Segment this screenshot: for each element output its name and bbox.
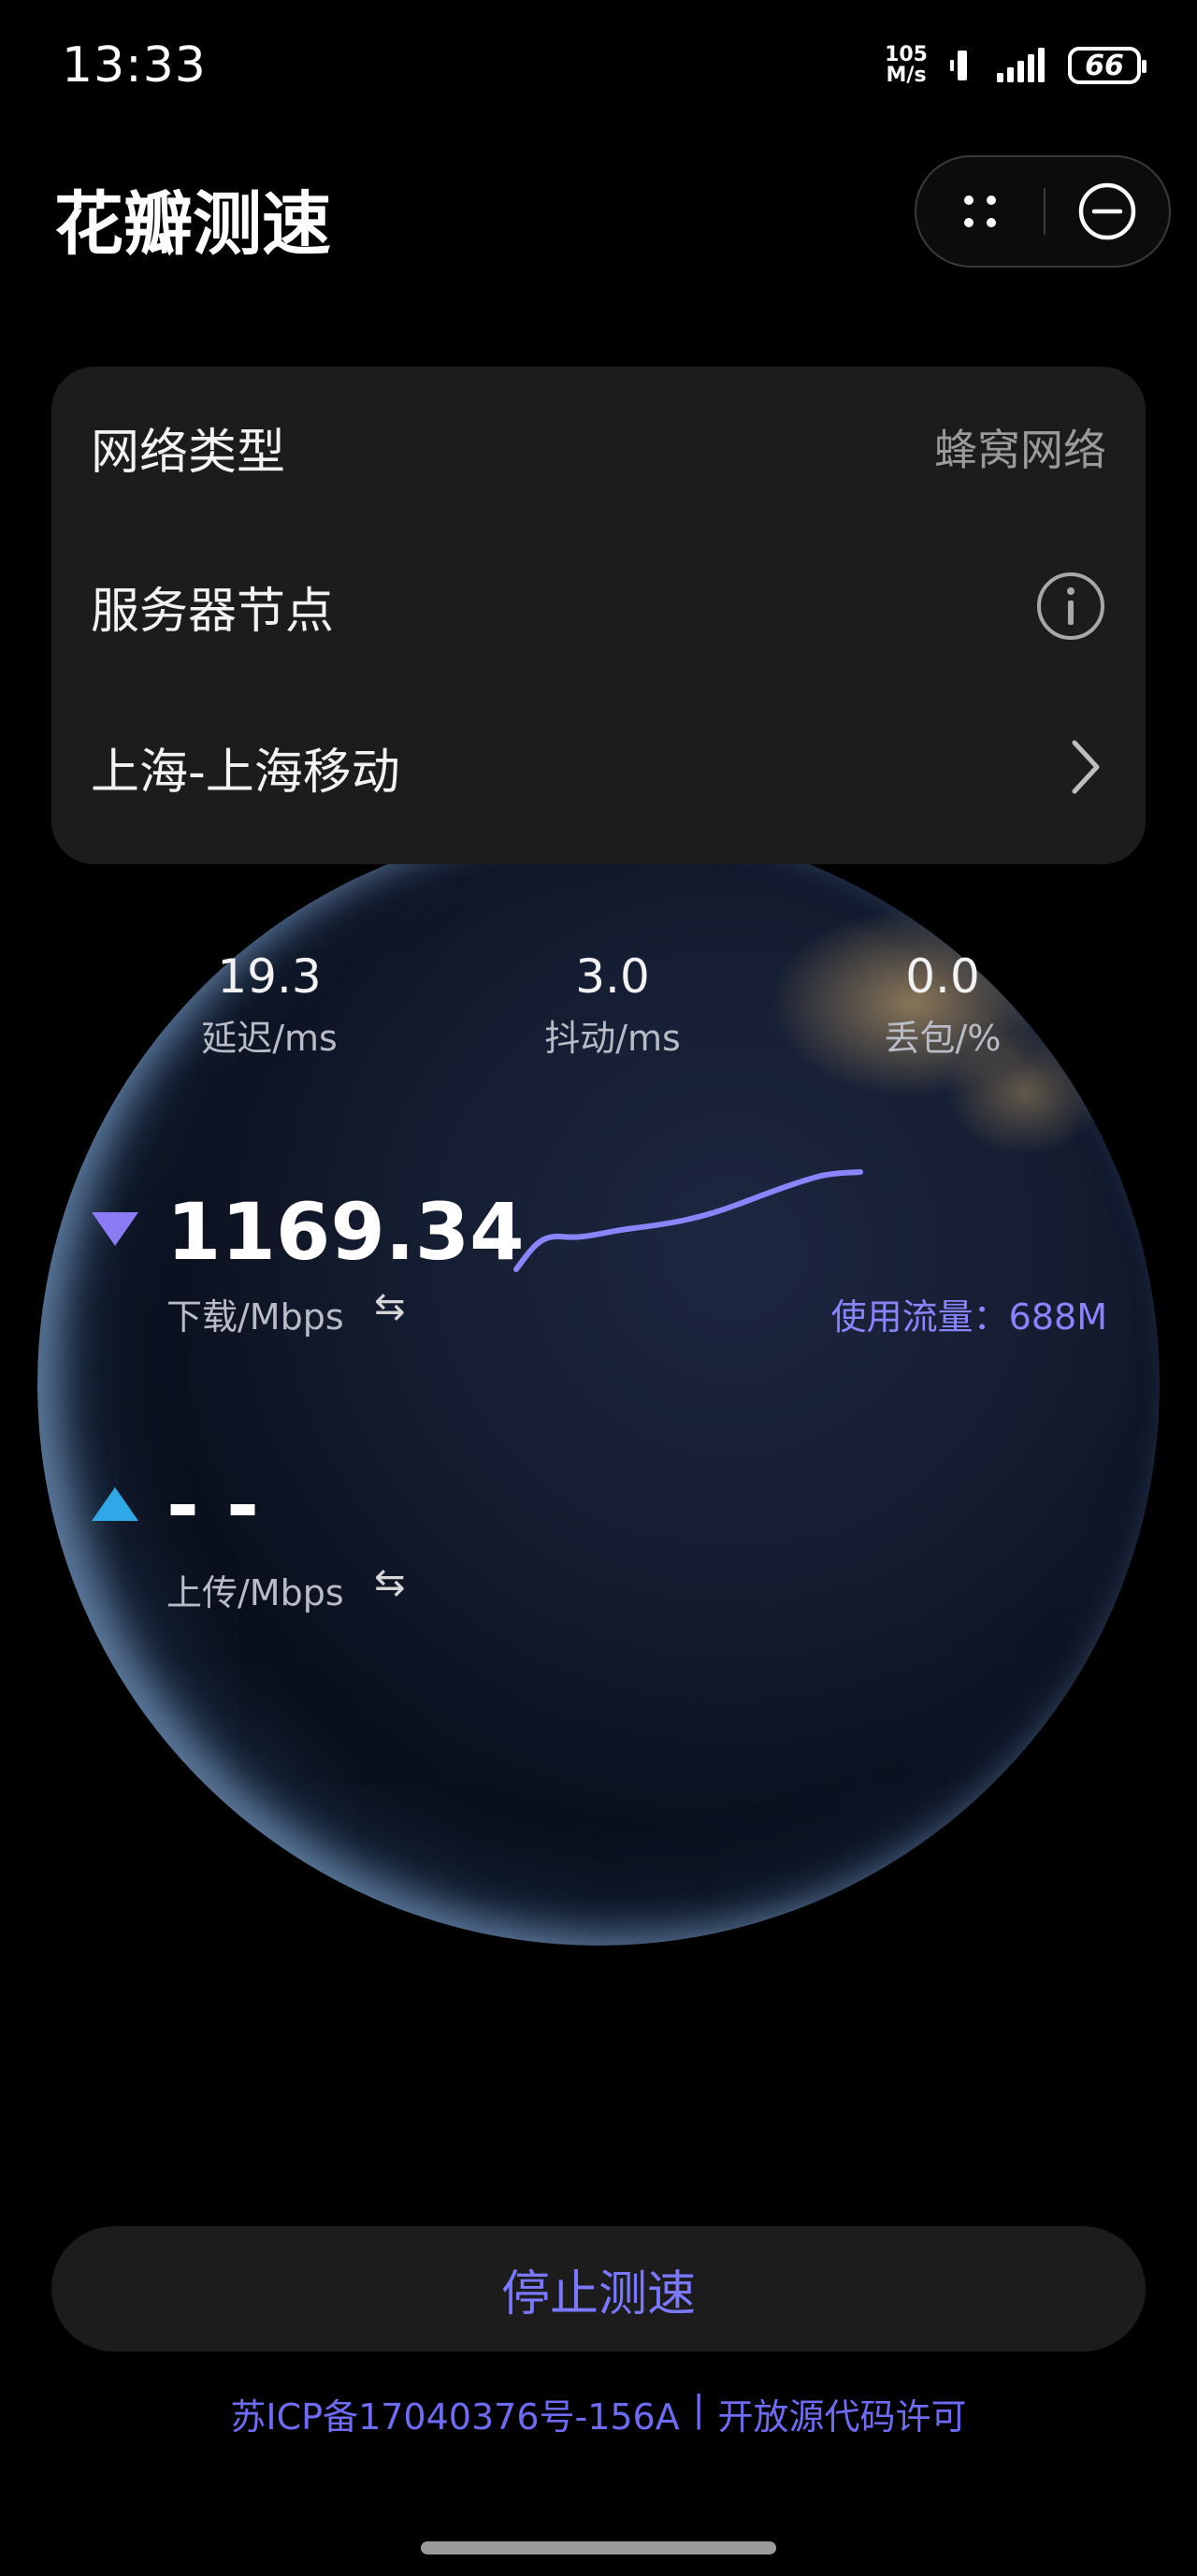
footer-separator: | — [692, 2388, 705, 2429]
battery-level: 66 — [1085, 49, 1124, 82]
latency-value: 19.3 — [217, 949, 322, 1004]
open-source-license-link[interactable]: 开放源代码许可 — [718, 2388, 967, 2439]
battery-indicator: 66 — [1068, 47, 1147, 84]
packet-loss-label: 丢包/% — [884, 1018, 1002, 1059]
status-time: 13:33 — [62, 37, 207, 94]
signal-icon — [997, 48, 1045, 82]
download-speed-label: 下载/Mbps — [166, 1296, 344, 1338]
download-speed-value: 1169.34 — [166, 1186, 525, 1278]
jitter-value: 3.0 — [575, 949, 650, 1004]
server-node-value: 上海-上海移动 — [91, 744, 400, 801]
jitter-label: 抖动/ms — [544, 1018, 681, 1059]
chevron-right-icon — [1072, 740, 1100, 794]
data-usage: 使用流量：688M — [830, 1296, 1107, 1338]
more-button[interactable] — [916, 157, 1044, 266]
icp-license-link[interactable]: 苏ICP备17040376号-156A — [230, 2388, 679, 2439]
network-type-label: 网络类型 — [91, 424, 286, 481]
mini-program-capsule — [915, 155, 1171, 268]
footer: 苏ICP备17040376号-156A | 开放源代码许可 — [0, 2388, 1197, 2439]
close-circle-icon — [1078, 182, 1136, 240]
upload-speed-value: - - — [166, 1459, 259, 1551]
network-info-card: 网络类型 蜂窝网络 服务器节点 上海-上海移动 — [51, 367, 1146, 864]
swap-icon[interactable]: ⇆ — [374, 1561, 406, 1604]
server-node-row: 服务器节点 — [91, 572, 1106, 640]
network-speed-value: 105 — [885, 43, 928, 66]
stop-test-button[interactable]: 停止测速 — [51, 2226, 1146, 2352]
more-dots-icon — [964, 195, 996, 227]
server-node-label: 服务器节点 — [91, 583, 335, 640]
network-type-value: 蜂窝网络 — [934, 425, 1106, 475]
network-speed-indicator: 105 M/s — [885, 45, 928, 86]
jitter-metric: 3.0 抖动/ms — [491, 949, 734, 1061]
packet-loss-metric: 0.0 丢包/% — [821, 949, 1064, 1061]
network-speed-unit: M/s — [886, 64, 927, 87]
packet-loss-value: 0.0 — [905, 949, 980, 1004]
network-type-row: 网络类型 蜂窝网络 — [91, 413, 1106, 481]
close-button[interactable] — [1046, 157, 1169, 266]
swap-icon[interactable]: ⇆ — [374, 1285, 406, 1328]
home-indicator[interactable] — [421, 2541, 776, 2554]
status-icons: 105 M/s 66 — [885, 45, 1147, 86]
info-icon[interactable] — [1035, 571, 1106, 642]
server-select-row[interactable]: 上海-上海移动 — [91, 730, 1106, 804]
vibrate-icon — [950, 51, 967, 80]
app-title: 花瓣测速 — [54, 184, 331, 265]
download-speed-sparkline — [513, 1169, 863, 1272]
download-triangle-icon — [92, 1212, 138, 1246]
upload-speed-label: 上传/Mbps — [166, 1572, 344, 1614]
latency-label: 延迟/ms — [201, 1018, 338, 1059]
latency-metric: 19.3 延迟/ms — [148, 949, 391, 1061]
upload-triangle-icon — [92, 1487, 138, 1521]
